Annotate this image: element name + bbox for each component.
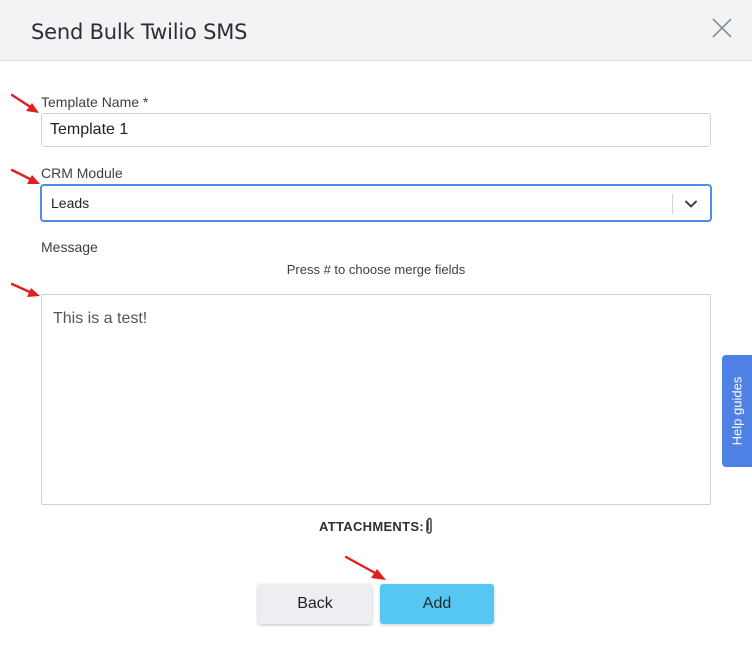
annotation-arrow-icon: [344, 555, 386, 580]
annotation-arrow-icon: [10, 93, 39, 113]
help-guides-label: Help guides: [729, 376, 745, 446]
template-name-label: Template Name *: [41, 94, 149, 110]
paperclip-icon[interactable]: [425, 517, 433, 538]
attachments-label: ATTACHMENTS:: [319, 519, 424, 534]
template-name-value: Template 1: [50, 121, 129, 138]
message-value: This is a test!: [53, 310, 148, 327]
attachments-row: ATTACHMENTS:: [0, 517, 752, 538]
dialog-header: Send Bulk Twilio SMS: [0, 0, 752, 61]
help-guides-tab[interactable]: Help guides: [722, 355, 752, 467]
crm-module-label: CRM Module: [41, 165, 123, 181]
back-button[interactable]: Back: [258, 584, 372, 624]
annotation-arrow-icon: [10, 282, 40, 297]
close-icon[interactable]: [710, 16, 734, 40]
merge-fields-hint: Press # to choose merge fields: [286, 262, 466, 277]
add-button[interactable]: Add: [380, 584, 494, 624]
template-name-input[interactable]: Template 1: [41, 113, 711, 147]
dialog-title: Send Bulk Twilio SMS: [31, 20, 248, 44]
crm-module-value: Leads: [51, 195, 90, 211]
message-label: Message: [41, 239, 98, 255]
message-textarea[interactable]: This is a test!: [41, 294, 711, 505]
annotation-arrow-icon: [10, 168, 40, 184]
crm-module-select[interactable]: Leads: [40, 184, 712, 222]
select-separator: [672, 194, 673, 214]
chevron-down-icon[interactable]: [683, 196, 699, 212]
